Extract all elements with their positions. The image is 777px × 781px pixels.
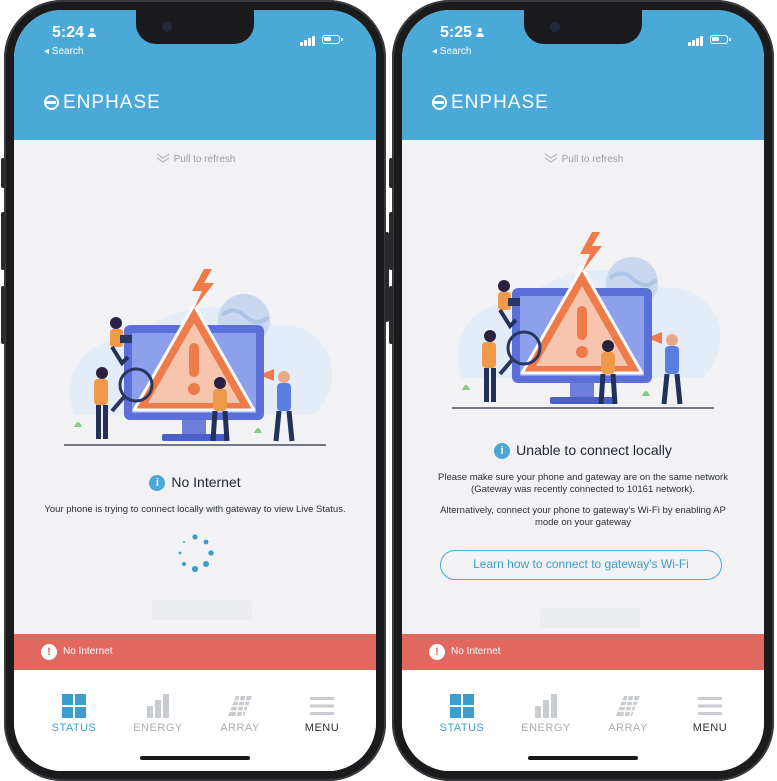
learn-gateway-wifi-button[interactable]: Learn how to connect to gateway's Wi-Fi	[440, 550, 722, 580]
tab-status[interactable]: STATUS	[44, 694, 104, 734]
alert-icon: !	[429, 644, 445, 660]
back-to-search-link[interactable]: ◂ Search	[44, 46, 83, 57]
notch	[136, 10, 254, 44]
enphase-logo: ENPHASE	[44, 92, 161, 114]
status-title: i Unable to connect locally	[402, 442, 764, 459]
volume-down-button	[1, 286, 5, 344]
hamburger-menu-icon	[698, 697, 722, 715]
tab-array[interactable]: ARRAY	[598, 694, 658, 734]
back-to-search-link[interactable]: ◂ Search	[432, 46, 471, 57]
banner-text: No Internet	[63, 646, 113, 657]
person-icon	[476, 28, 485, 37]
pull-to-refresh[interactable]: Pull to refresh	[402, 153, 764, 165]
loading-placeholder	[540, 608, 640, 628]
status-message: Please make sure your phone and gateway …	[438, 472, 728, 495]
volume-down-button	[389, 286, 393, 344]
phone-right: 5:25 ◂ Search ENPHASE Pull to refresh i …	[389, 0, 774, 781]
person-icon	[88, 28, 97, 37]
signal-icon	[300, 34, 318, 46]
home-indicator[interactable]	[528, 756, 638, 760]
notch	[524, 10, 642, 44]
ap-mode-message: Alternatively, connect your phone to gat…	[440, 505, 726, 528]
info-icon: i	[494, 443, 511, 459]
loading-placeholder	[152, 600, 252, 620]
tab-bar: STATUS ENERGY ARRAY MENU	[402, 670, 764, 771]
home-indicator[interactable]	[140, 756, 250, 760]
no-internet-banner: ! No Internet	[14, 634, 376, 670]
tab-menu[interactable]: MENU	[292, 694, 352, 734]
warning-illustration	[64, 269, 333, 446]
loading-spinner-icon	[178, 534, 214, 573]
status-time: 5:25	[440, 24, 485, 42]
tab-status[interactable]: STATUS	[432, 694, 492, 734]
signal-icon	[688, 34, 706, 46]
status-message: Your phone is trying to connect locally …	[44, 504, 346, 515]
energy-bars-icon	[535, 694, 557, 718]
phone-left: 5:24 ◂ Search ENPHASE Pull to refresh i …	[1, 0, 389, 781]
pull-to-refresh[interactable]: Pull to refresh	[14, 153, 376, 165]
tab-bar: STATUS ENERGY ARRAY MENU	[14, 670, 376, 771]
chevron-down-icon	[544, 153, 557, 163]
enphase-logo: ENPHASE	[432, 92, 549, 114]
tab-array[interactable]: ARRAY	[210, 694, 270, 734]
volume-up-button	[389, 212, 393, 270]
enphase-logo-icon	[44, 95, 59, 110]
app-screen: 5:24 ◂ Search ENPHASE Pull to refresh i …	[14, 10, 376, 771]
tab-menu[interactable]: MENU	[680, 694, 740, 734]
energy-bars-icon	[147, 694, 169, 718]
battery-icon	[710, 35, 731, 44]
volume-up-button	[1, 212, 5, 270]
no-internet-banner: ! No Internet	[402, 634, 764, 670]
hamburger-menu-icon	[310, 697, 334, 715]
alert-icon: !	[41, 644, 57, 660]
solar-panel-icon	[616, 695, 640, 717]
info-icon: i	[149, 475, 166, 491]
mute-switch	[389, 158, 393, 188]
solar-panel-icon	[228, 695, 252, 717]
banner-text: No Internet	[451, 646, 501, 657]
chevron-down-icon	[156, 153, 169, 163]
status-grid-icon	[62, 694, 86, 718]
tab-energy[interactable]: ENERGY	[128, 694, 188, 734]
status-grid-icon	[450, 694, 474, 718]
status-title: i No Internet	[14, 474, 376, 491]
status-time: 5:24	[52, 24, 97, 42]
tab-energy[interactable]: ENERGY	[516, 694, 576, 734]
battery-icon	[322, 35, 343, 44]
mute-switch	[1, 158, 5, 188]
warning-illustration	[452, 232, 721, 409]
app-screen: 5:25 ◂ Search ENPHASE Pull to refresh i …	[402, 10, 764, 771]
enphase-logo-icon	[432, 95, 447, 110]
